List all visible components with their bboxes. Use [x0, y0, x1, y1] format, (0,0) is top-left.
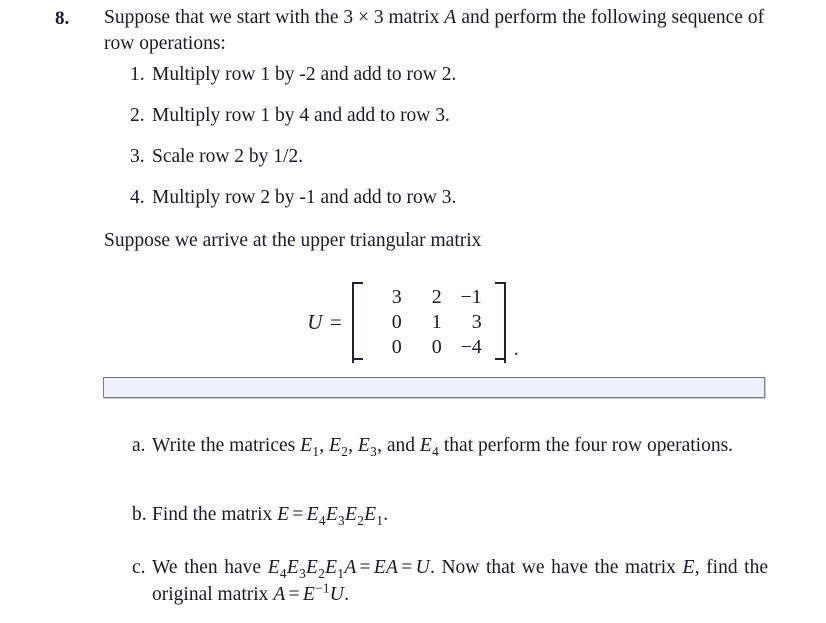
problem-number: 8. [55, 8, 70, 29]
stem-dimension: 3 × 3 [343, 7, 384, 28]
list-item-label: Multiply row 1 by -2 and add to row 2. [152, 64, 457, 85]
list-item-label: Scale row 2 by 1/2. [152, 146, 304, 167]
problem-stem: Suppose that we start with the 3 × 3 mat… [104, 5, 770, 57]
matrix-cell: 3 [391, 286, 402, 308]
list-item-marker: b. [132, 504, 147, 525]
stem-text-part1: Suppose that we start with the [104, 7, 344, 28]
list-item-label: Write the matrices E1, E2, E3, and E4 th… [152, 432, 768, 459]
list-item-label: Multiply row 2 by -1 and add to row 3. [152, 187, 457, 208]
sub-a-separator-3: , and [377, 435, 420, 456]
sub-questions-list: a. Write the matrices E1, E2, E3, and E4… [0, 432, 826, 623]
list-item-marker: 2. [130, 105, 145, 126]
list-item-label: Find the matrix E = E4E3E2E1. [152, 501, 768, 528]
sub-c-text-middle: . Now that we have the matrix [429, 557, 683, 578]
matrix-grid: 3 2 −1 0 1 3 0 0 −4 [363, 282, 495, 363]
matrix-cell: 1 [431, 311, 442, 333]
list-item-label: We then have E4E3E2E1A = EA = U. Now that we… [152, 554, 768, 608]
list-item: 3. Scale row 2 by 1/2. [0, 144, 826, 185]
list-item-marker: c. [132, 557, 146, 578]
matrix-display: U = 3 2 −1 0 1 3 0 0 −4 . [0, 282, 826, 363]
arrive-at-line: Suppose we arrive at the upper triangula… [104, 230, 482, 251]
list-item: 1. Multiply row 1 by -2 and add to row 2… [0, 62, 826, 103]
list-item-marker: a. [132, 435, 146, 456]
matrix-equals-sign: = [329, 310, 342, 334]
matrix-variable-e2: E2 [329, 435, 349, 459]
sub-c-text-after: . [344, 584, 350, 605]
list-item: a. Write the matrices E1, E2, E3, and E4… [0, 432, 826, 488]
matrix-label: U [307, 310, 323, 334]
list-item-marker: 1. [130, 64, 145, 85]
matrix-variable-e: E [682, 557, 695, 578]
answer-input[interactable] [103, 377, 765, 398]
worksheet-page: 8. Suppose that we start with the 3 × 3 … [0, 0, 826, 605]
matrix-cell: 3 [471, 311, 482, 333]
matrix-trailing-punctuation: . [513, 338, 519, 360]
equation-a-equals-einverse-u: A = E−1U [273, 580, 345, 605]
list-item-label: Multiply row 1 by 4 and add to row 3. [152, 105, 450, 126]
sub-a-separator-2: , [348, 435, 358, 456]
sub-a-text-before: Write the matrices [152, 435, 301, 456]
equation-product-a-equals-u: E4E3E2E1A = EA = U [267, 557, 430, 581]
matrix-cell: −4 [460, 336, 482, 358]
equation-e-equals-product: E = E4E3E2E1 [277, 504, 384, 528]
list-item: c. We then have E4E3E2E1A = EA = U. Now that… [0, 554, 826, 610]
list-item-marker: 4. [130, 187, 145, 208]
sub-a-text-after: that perform the four row operations. [439, 435, 734, 456]
matrix-variable-e4: E4 [419, 435, 440, 459]
matrix-right-bracket [494, 282, 506, 363]
row-operations-list: 1. Multiply row 1 by -2 and add to row 2… [0, 62, 826, 226]
matrix-cell: 0 [391, 311, 402, 333]
sub-b-text-before: Find the matrix [152, 504, 278, 525]
sub-b-text-after: . [383, 504, 389, 525]
list-item: 4. Multiply row 2 by -1 and add to row 3… [0, 185, 826, 226]
matrix-variable-e1: E1 [300, 435, 320, 459]
matrix-left-bracket [351, 282, 363, 363]
list-item-marker: 3. [130, 146, 145, 167]
list-item: b. Find the matrix E = E4E3E2E1. [0, 501, 826, 541]
matrix-cell: 2 [431, 286, 442, 308]
matrix-cell: −1 [460, 286, 482, 308]
matrix-cell: 0 [391, 336, 402, 358]
sub-a-separator-1: , [319, 435, 330, 456]
list-item: 2. Multiply row 1 by 4 and add to row 3. [0, 103, 826, 144]
matrix-equation: U = 3 2 −1 0 1 3 0 0 −4 . [307, 282, 519, 363]
stem-text-part2: matrix [383, 7, 445, 28]
matrix-variable-e3: E3 [357, 435, 378, 459]
matrix-cell: 0 [431, 336, 442, 358]
stem-matrix-variable: A [444, 7, 457, 28]
sub-c-text-before: We then have [152, 557, 268, 578]
